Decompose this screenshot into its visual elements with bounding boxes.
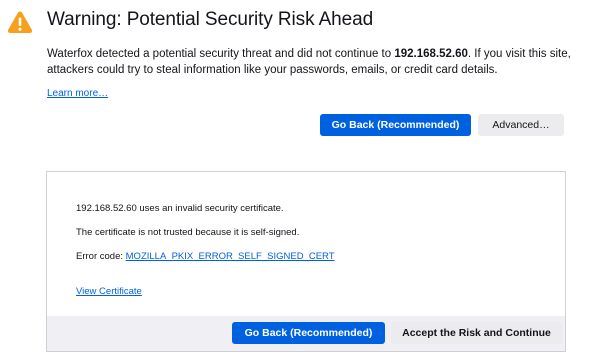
view-certificate-link[interactable]: View Certificate [76,286,142,297]
warning-triangle-icon [7,11,33,33]
panel-go-back-button[interactable]: Go Back (Recommended) [232,322,385,344]
invalid-certificate-text: 192.168.52.60 uses an invalid security c… [76,203,284,214]
security-warning-page: Warning: Potential Security Risk Ahead W… [0,0,600,358]
host-name: 192.168.52.60 [394,48,468,60]
error-code-line: Error code: MOZILLA_PKIX_ERROR_SELF_SIGN… [76,251,335,262]
error-code-label: Error code: [76,251,126,262]
error-code-link[interactable]: MOZILLA_PKIX_ERROR_SELF_SIGNED_CERT [126,251,335,262]
learn-more-link[interactable]: Learn more… [47,88,108,99]
intro-prefix: Waterfox detected a potential security t… [47,48,395,60]
go-back-button[interactable]: Go Back (Recommended) [320,114,471,136]
warning-description: Waterfox detected a potential security t… [47,46,577,78]
page-title: Warning: Potential Security Risk Ahead [47,9,374,30]
self-signed-text: The certificate is not trusted because i… [76,227,300,238]
advanced-details-panel: 192.168.52.60 uses an invalid security c… [46,171,566,352]
accept-risk-button[interactable]: Accept the Risk and Continue [391,322,562,344]
advanced-button[interactable]: Advanced… [478,114,564,136]
